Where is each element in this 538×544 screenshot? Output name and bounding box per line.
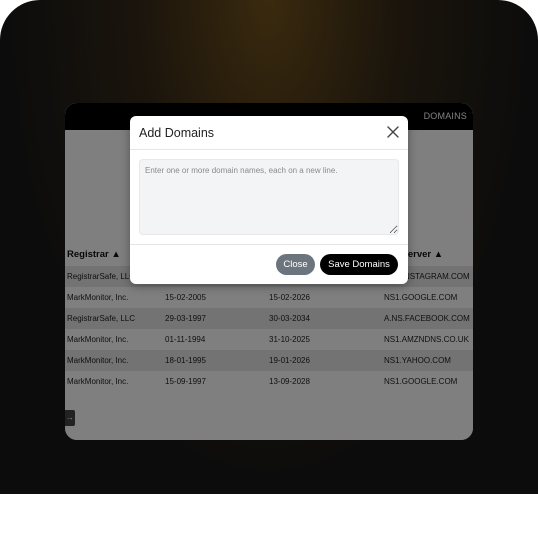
- modal-body: [130, 150, 408, 244]
- modal-footer: Close Save Domains: [130, 244, 408, 284]
- close-icon[interactable]: [387, 126, 399, 138]
- close-button[interactable]: Close: [276, 254, 315, 275]
- modal-header: Add Domains: [130, 116, 408, 150]
- domains-textarea[interactable]: [139, 159, 399, 235]
- add-domains-modal: Add Domains Close Save Domains: [130, 116, 408, 284]
- save-domains-button[interactable]: Save Domains: [320, 254, 398, 275]
- modal-title: Add Domains: [139, 126, 215, 140]
